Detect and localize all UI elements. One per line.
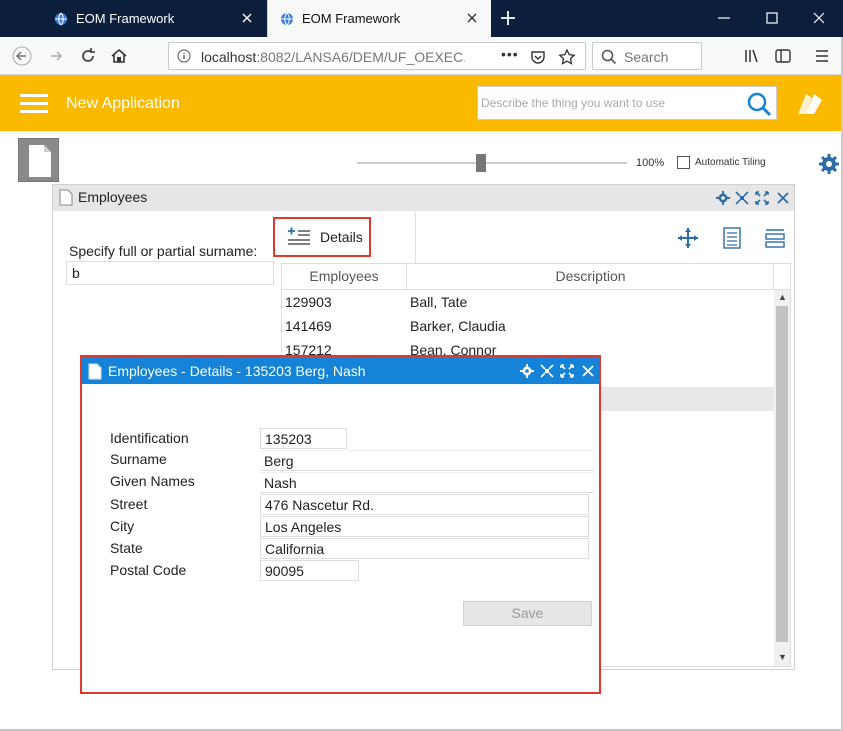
dialog-expand-icon[interactable] (560, 364, 574, 378)
panel-collapse-icon[interactable] (735, 191, 749, 205)
employee-details-dialog: Employees - Details - 135203 Berg, Nash … (80, 355, 601, 694)
postal-code-field[interactable]: 90095 (260, 560, 359, 581)
bookmark-star-icon[interactable] (558, 48, 576, 66)
scroll-down-icon[interactable]: ▼ (778, 652, 787, 662)
state-label: State (110, 540, 143, 556)
city-field[interactable]: Los Angeles (260, 516, 589, 537)
document-tile-icon[interactable] (18, 138, 59, 182)
minimize-icon[interactable] (716, 10, 732, 26)
employee-description: Ball, Tate (410, 294, 468, 310)
identification-label: Identification (110, 430, 189, 446)
table-row[interactable]: 141469 Barker, Claudia (282, 315, 774, 339)
details-button[interactable]: Details (273, 217, 371, 257)
describe-input[interactable] (478, 87, 738, 119)
toolbar-divider (415, 212, 416, 264)
zoom-level: 100% (636, 157, 665, 169)
browser-tab-bar: EOM Framework EOM Framework (0, 0, 843, 37)
postal-code-label: Postal Code (110, 562, 187, 578)
menu-icon[interactable] (812, 46, 832, 66)
browser-search-box[interactable]: Search (592, 42, 702, 70)
url-bar[interactable]: localhost:8082/LANSA6/DEM/UF_OEXEC.ht ••… (168, 42, 586, 70)
app-logo-icon (798, 94, 822, 114)
close-tab-icon[interactable] (465, 11, 479, 25)
surname-search-label: Specify full or partial surname: (69, 243, 258, 259)
browser-search-placeholder: Search (624, 49, 669, 65)
state-field[interactable]: California (260, 538, 589, 559)
employee-description: Barker, Claudia (410, 318, 506, 334)
surname-label: Surname (110, 451, 167, 467)
save-button[interactable]: Save (463, 601, 592, 626)
pocket-icon[interactable] (529, 48, 547, 66)
hamburger-menu-icon[interactable] (20, 94, 48, 114)
panel-expand-icon[interactable] (755, 191, 769, 205)
automatic-tiling-checkbox[interactable] (677, 156, 690, 169)
home-icon[interactable] (109, 46, 129, 66)
employees-title: Employees (78, 189, 148, 205)
tab-title: EOM Framework (76, 11, 175, 26)
globe-icon (55, 12, 67, 25)
dialog-close-icon[interactable] (581, 364, 595, 378)
table-row[interactable]: 129903 Ball, Tate (282, 291, 774, 315)
maximize-icon[interactable] (764, 10, 780, 26)
browser-nav-bar: localhost:8082/LANSA6/DEM/UF_OEXEC.ht ••… (0, 37, 843, 75)
url-host: localhost (201, 49, 257, 65)
library-icon[interactable] (742, 46, 762, 66)
browser-tab-1[interactable]: EOM Framework (42, 0, 266, 37)
settings-gear-icon[interactable] (818, 153, 840, 175)
document-icon (59, 189, 73, 206)
panel-settings-icon[interactable] (716, 191, 730, 205)
close-tab-icon[interactable] (240, 11, 254, 25)
close-window-icon[interactable] (811, 10, 827, 26)
details-list-icon (288, 227, 310, 245)
automatic-tiling-toggle[interactable]: Automatic Tiling (677, 156, 766, 169)
search-icon[interactable] (746, 91, 772, 117)
reload-icon[interactable] (78, 46, 98, 66)
describe-search[interactable] (477, 86, 777, 120)
details-title-bar: Employees - Details - 135203 Berg, Nash (82, 357, 599, 384)
back-icon[interactable] (12, 46, 32, 66)
globe-icon (281, 12, 293, 25)
page-actions-icon[interactable]: ••• (501, 46, 519, 64)
details-title: Employees - Details - 135203 Berg, Nash (108, 363, 366, 379)
surname-field[interactable]: Berg (260, 450, 594, 471)
app-title: New Application (66, 95, 180, 112)
dialog-collapse-icon[interactable] (540, 364, 554, 378)
browser-tab-2[interactable]: EOM Framework (267, 0, 491, 37)
info-icon[interactable] (177, 49, 191, 63)
automatic-tiling-label: Automatic Tiling (695, 157, 766, 168)
search-icon (601, 49, 617, 65)
tab-title: EOM Framework (302, 11, 401, 26)
tile-view-icon[interactable] (764, 227, 786, 249)
column-header-description[interactable]: Description (408, 264, 774, 289)
street-field[interactable]: 476 Nascetur Rd. (260, 494, 589, 515)
zoom-slider-track[interactable] (357, 162, 627, 164)
new-tab-icon[interactable] (498, 8, 518, 28)
sidebar-icon[interactable] (773, 46, 793, 66)
zoom-slider-handle[interactable] (476, 154, 486, 172)
grid-header: Employees Description (282, 264, 790, 290)
scroll-up-icon[interactable]: ▲ (778, 292, 787, 302)
scrollbar-thumb[interactable] (776, 306, 788, 642)
list-view-icon[interactable] (723, 227, 741, 249)
url-text: localhost:8082/LANSA6/DEM/UF_OEXEC.ht (201, 49, 465, 65)
grid-scrollbar[interactable]: ▲ ▼ (774, 290, 790, 666)
url-path: :8082/LANSA6/DEM/UF_OEXEC.ht (256, 49, 465, 65)
identification-field[interactable]: 135203 (260, 428, 347, 449)
employees-title-bar: Employees (53, 185, 794, 211)
forward-icon[interactable] (46, 46, 66, 66)
move-icon[interactable] (677, 227, 699, 249)
column-header-employees[interactable]: Employees (282, 264, 407, 289)
employee-id: 129903 (285, 294, 332, 310)
details-button-label: Details (320, 229, 363, 245)
city-label: City (110, 518, 135, 534)
surname-search-input[interactable]: b (66, 261, 274, 285)
dialog-settings-icon[interactable] (520, 364, 534, 378)
given-names-label: Given Names (110, 473, 195, 489)
app-header: New Application (0, 75, 843, 131)
given-names-field[interactable]: Nash (260, 472, 594, 493)
street-label: Street (110, 496, 148, 512)
employee-id: 141469 (285, 318, 332, 334)
panel-close-icon[interactable] (776, 191, 790, 205)
document-icon (88, 363, 102, 380)
